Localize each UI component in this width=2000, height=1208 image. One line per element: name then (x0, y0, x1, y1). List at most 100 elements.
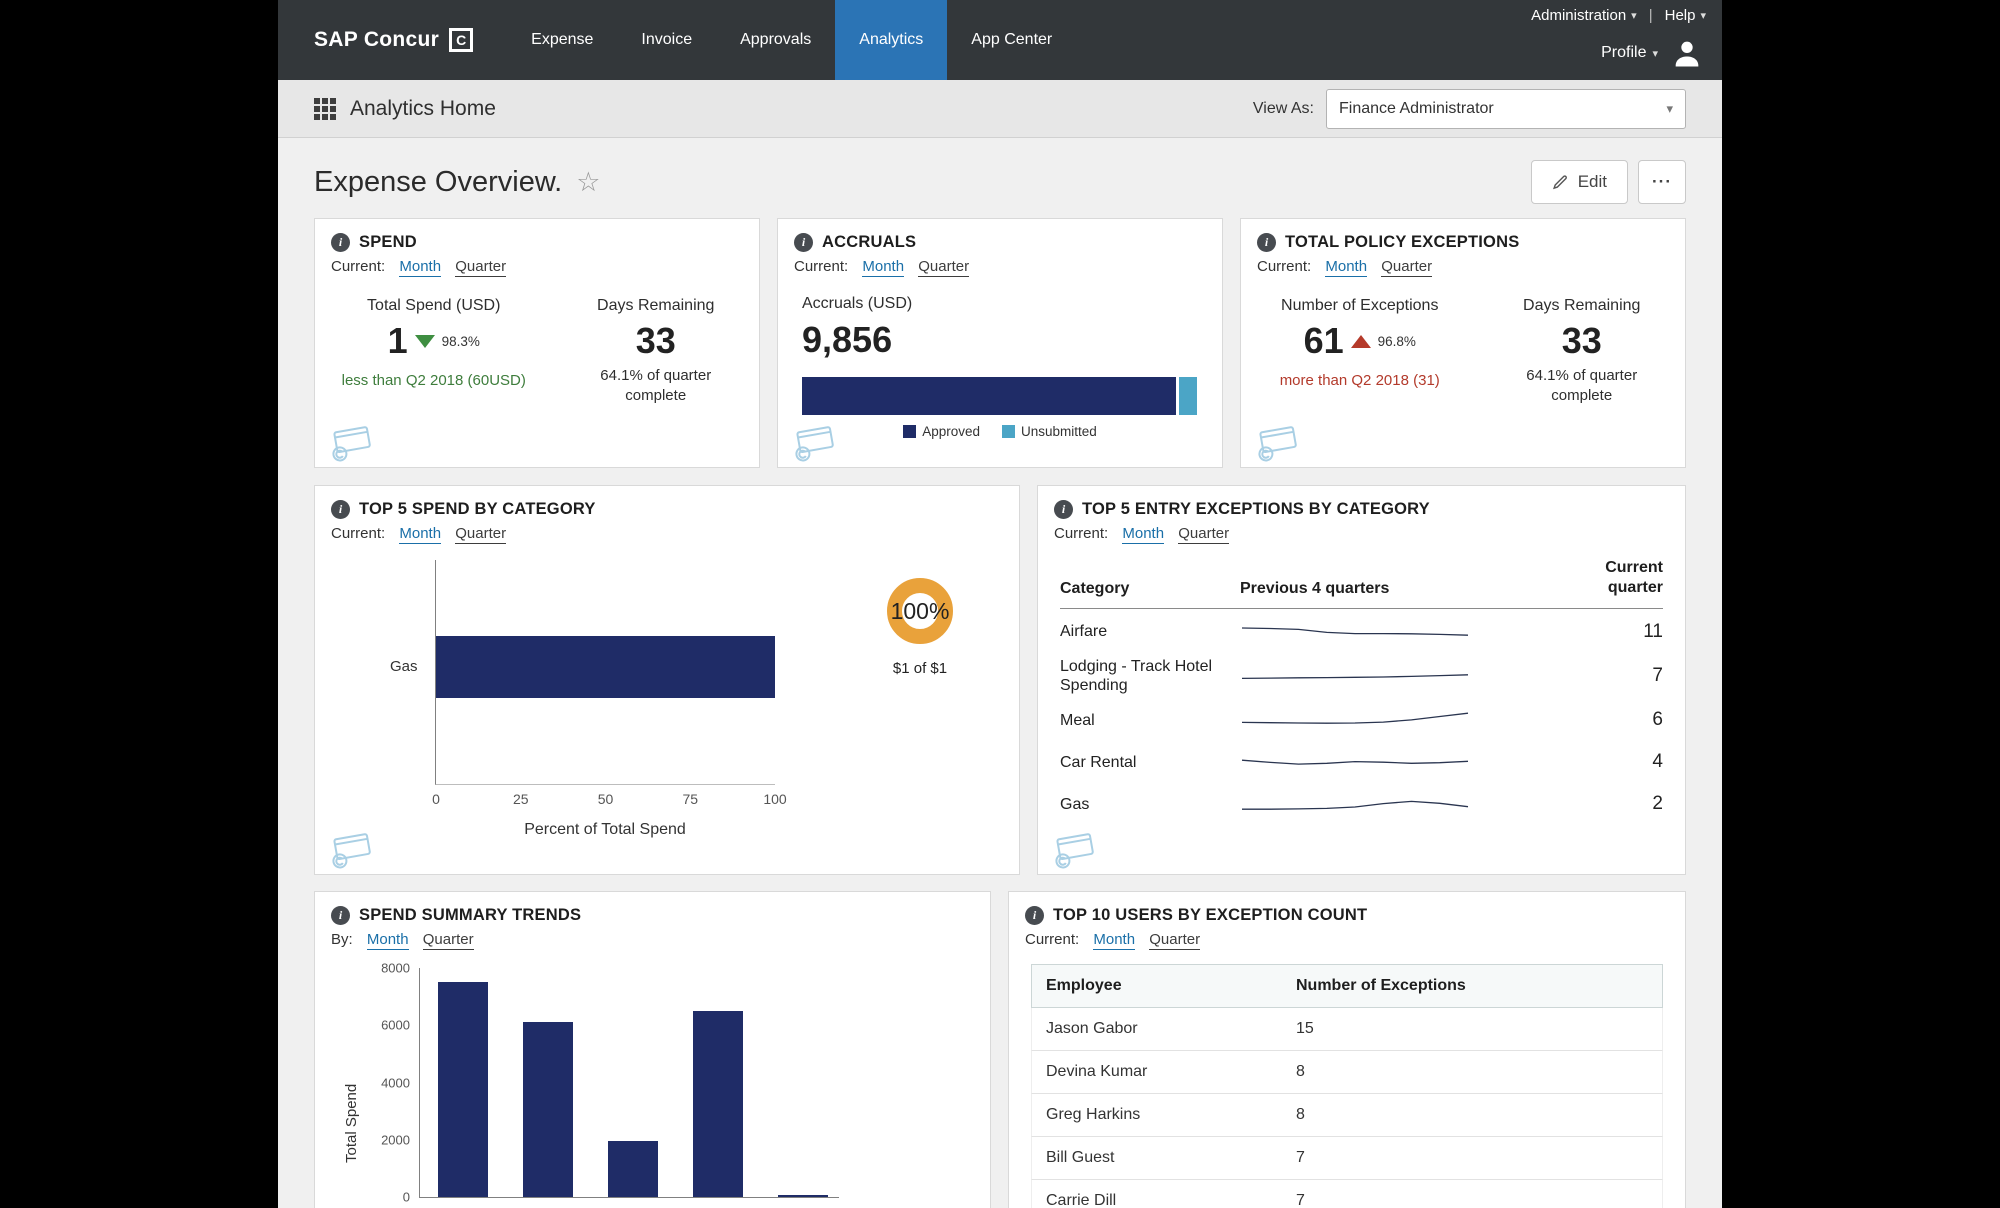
legend-label: Approved (922, 424, 980, 439)
administration-menu[interactable]: Administration ▾ (1531, 7, 1637, 24)
current-label: Current: (794, 258, 849, 275)
by-label: By: (331, 931, 353, 948)
view-as-dropdown[interactable]: Finance Administrator ▾ (1326, 88, 1686, 129)
card-title: TOTAL POLICY EXCEPTIONS (1285, 233, 1520, 251)
profile-avatar-icon[interactable] (1670, 36, 1704, 70)
brand-text: SAP Concur (314, 28, 440, 51)
spend-trends-chart: Total Spend 8000 6000 4000 2000 0 (315, 961, 990, 1205)
quarter-toggle[interactable]: Quarter (1381, 258, 1433, 277)
month-toggle[interactable]: Month (399, 525, 442, 544)
info-icon[interactable]: i (1257, 233, 1276, 252)
profile-menu[interactable]: Profile ▾ (1601, 44, 1658, 62)
table-row[interactable]: Airfare 11 (1060, 609, 1663, 651)
table-row[interactable]: Meal 6 (1060, 697, 1663, 739)
table-row[interactable]: Jason Gabor 15 (1031, 1008, 1663, 1051)
quarter-toggle[interactable]: Quarter (422, 931, 474, 950)
y-axis-tick: 0 (402, 1189, 410, 1205)
chevron-down-icon: ▾ (1652, 47, 1658, 60)
donut-chart[interactable]: 100% (887, 578, 953, 644)
quarter-toggle[interactable]: Quarter (1178, 525, 1230, 544)
count-cell: 6 (1652, 709, 1663, 731)
count-cell: 4 (1652, 751, 1663, 773)
count-cell: 11 (1643, 621, 1663, 642)
nav-item-app-center[interactable]: App Center (947, 0, 1076, 80)
employee-cell: Jason Gabor (1046, 1020, 1138, 1037)
info-icon[interactable]: i (1054, 500, 1073, 519)
current-label: Current: (1054, 525, 1109, 542)
current-label: Current: (331, 525, 386, 542)
info-icon[interactable]: i (1025, 906, 1044, 925)
table-row[interactable]: Lodging - Track Hotel Spending 7 (1060, 651, 1663, 697)
info-icon[interactable]: i (331, 906, 350, 925)
wallet-icon (1055, 833, 1094, 869)
quarter-toggle[interactable]: Quarter (455, 258, 507, 277)
accruals-segment-unsubmitted (1179, 377, 1198, 415)
spend-trends-card: i SPEND SUMMARY TRENDS By: Month Quarter… (314, 891, 991, 1208)
month-toggle[interactable]: Month (399, 258, 442, 277)
card-title: TOP 5 SPEND BY CATEGORY (359, 500, 596, 518)
nav-item-expense[interactable]: Expense (507, 0, 617, 80)
table-row[interactable]: Gas 2 (1060, 781, 1663, 823)
help-menu[interactable]: Help ▾ (1665, 7, 1706, 24)
y-axis-tick: 8000 (381, 960, 410, 976)
month-toggle[interactable]: Month (862, 258, 905, 277)
info-icon[interactable]: i (331, 500, 350, 519)
metric-label: Number of Exceptions (1281, 297, 1439, 314)
trend-up-icon (1350, 334, 1371, 348)
x-tick: 100 (763, 791, 787, 807)
table-row[interactable]: Carrie Dill 7 (1031, 1180, 1663, 1208)
column-header-category: Category (1060, 580, 1130, 597)
more-options-button[interactable]: ··· (1638, 160, 1686, 204)
days-remaining-value: 33 (1561, 320, 1602, 361)
accruals-segment-approved (802, 377, 1177, 415)
quarter-toggle[interactable]: Quarter (918, 258, 970, 277)
quarter-toggle[interactable]: Quarter (1149, 931, 1201, 950)
quarter-complete-note: 64.1% of quarter complete (1526, 367, 1638, 404)
delta-percent: 96.8% (1377, 333, 1416, 349)
approved-swatch (903, 425, 917, 438)
current-label: Current: (1257, 258, 1312, 275)
spend-share-donut: 100% $1 of $1 (845, 578, 995, 839)
nav-item-analytics[interactable]: Analytics (835, 0, 948, 80)
unsubmitted-swatch (1002, 425, 1015, 438)
favorite-star-icon[interactable]: ☆ (576, 168, 600, 196)
exceptions-table: Category Previous 4 quarters Current qua… (1060, 558, 1663, 823)
table-row[interactable]: Car Rental 4 (1060, 739, 1663, 781)
wallet-icon (332, 833, 371, 869)
table-row[interactable]: Greg Harkins 8 (1031, 1094, 1663, 1137)
sparkline-chart (1241, 759, 1469, 766)
table-row[interactable]: Devina Kumar 8 (1031, 1051, 1663, 1094)
edit-label: Edit (1577, 172, 1608, 191)
month-toggle[interactable]: Month (366, 931, 409, 950)
app-window: SAP Concur C Expense Invoice Approvals A… (278, 0, 1722, 1208)
section-title: Analytics Home (350, 96, 496, 120)
top5-spend-card: i TOP 5 SPEND BY CATEGORY Current: Month… (314, 485, 1020, 875)
table-row[interactable]: Bill Guest 7 (1031, 1137, 1663, 1180)
title-actions: Edit ··· (1530, 160, 1686, 204)
x-tick: 0 (432, 791, 440, 807)
top-nav: SAP Concur C Expense Invoice Approvals A… (278, 0, 1722, 80)
info-icon[interactable]: i (331, 233, 350, 252)
metric-label: Total Spend (USD) (367, 297, 501, 314)
column-header-count: Number of Exceptions (1296, 977, 1466, 994)
sap-concur-logo[interactable]: SAP Concur C (314, 28, 474, 52)
metric-value: 9,856 (802, 319, 893, 360)
analytics-home-bar: Analytics Home View As: Finance Administ… (278, 80, 1722, 138)
x-tick: 75 (682, 791, 699, 807)
card-title: TOP 5 ENTRY EXCEPTIONS BY CATEGORY (1082, 500, 1430, 518)
concur-box-icon: C (449, 28, 474, 52)
quarter-toggle[interactable]: Quarter (455, 525, 507, 544)
card-title: SPEND (359, 233, 417, 251)
month-toggle[interactable]: Month (1093, 931, 1136, 950)
month-toggle[interactable]: Month (1122, 525, 1165, 544)
pencil-icon (1552, 174, 1567, 189)
month-toggle[interactable]: Month (1325, 258, 1368, 277)
edit-button[interactable]: Edit (1530, 160, 1629, 204)
trend-bar (523, 1022, 573, 1197)
gas-bar[interactable] (436, 636, 775, 698)
nav-item-approvals[interactable]: Approvals (716, 0, 835, 80)
nav-item-invoice[interactable]: Invoice (617, 0, 716, 80)
card-title: TOP 10 USERS BY EXCEPTION COUNT (1053, 906, 1368, 924)
info-icon[interactable]: i (794, 233, 813, 252)
charts-row: i TOP 5 SPEND BY CATEGORY Current: Month… (314, 485, 1686, 875)
